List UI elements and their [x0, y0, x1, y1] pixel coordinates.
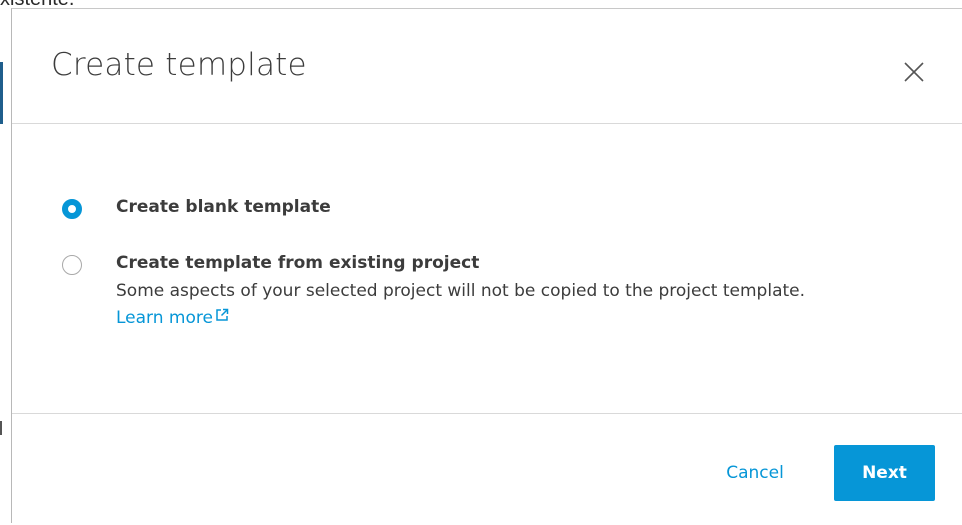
- background-accent-bar: [0, 62, 3, 124]
- option-description: Some aspects of your selected project wi…: [116, 281, 806, 301]
- dialog-header: Create template: [12, 9, 962, 124]
- dialog-title: Create template: [51, 47, 307, 83]
- radio-blank-template[interactable]: [62, 199, 82, 219]
- learn-more-link[interactable]: Learn more: [116, 305, 229, 331]
- cancel-button[interactable]: Cancel: [712, 445, 798, 501]
- create-template-dialog: Create template Create blank template Cr…: [11, 8, 962, 523]
- option-label-from-existing[interactable]: Create template from existing project: [116, 251, 876, 275]
- dialog-footer: Cancel Next: [12, 413, 962, 525]
- external-link-icon: [216, 308, 229, 321]
- close-icon: [904, 62, 924, 82]
- next-button[interactable]: Next: [834, 445, 935, 501]
- learn-more-text: Learn more: [116, 308, 213, 328]
- radio-from-existing-project[interactable]: [62, 255, 82, 275]
- close-button[interactable]: [901, 59, 927, 85]
- option-label-blank[interactable]: Create blank template: [116, 195, 876, 219]
- background-tick: [0, 421, 2, 435]
